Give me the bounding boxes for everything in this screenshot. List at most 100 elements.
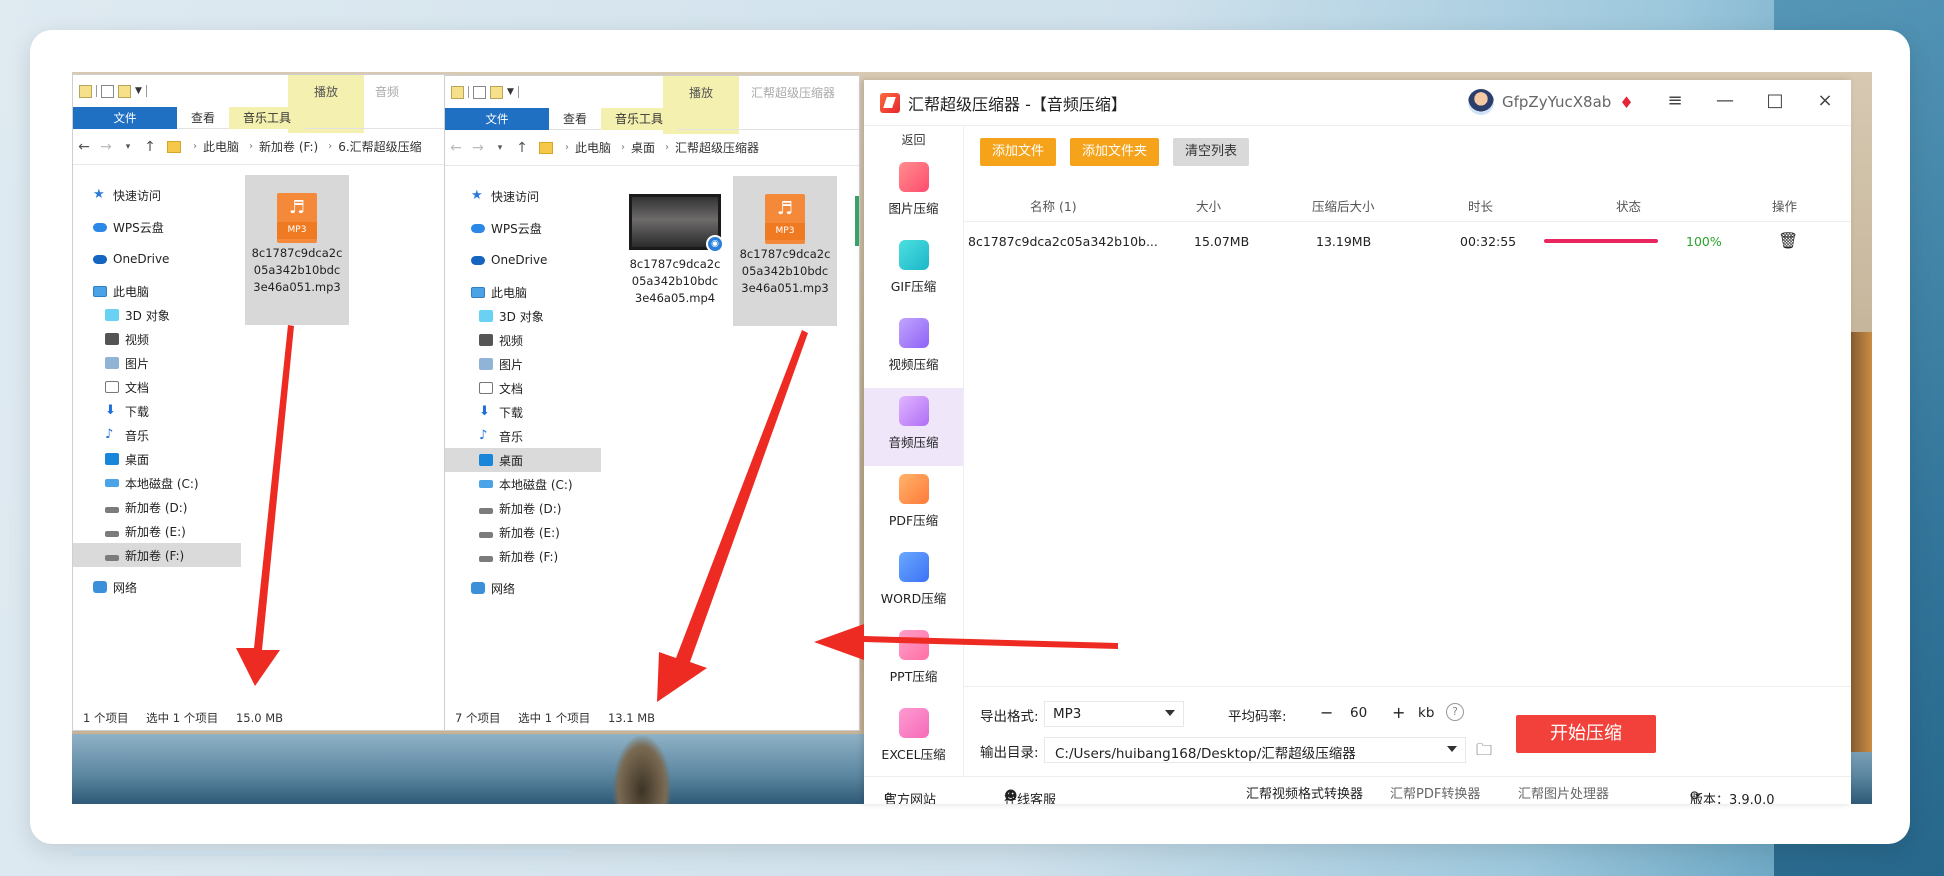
back-arrow-icon[interactable]: ← (445, 140, 467, 156)
breadcrumb-item[interactable]: 桌面 (631, 139, 655, 156)
breadcrumb-item[interactable]: 6.汇帮超级压缩 (338, 138, 421, 155)
tab-music-tools[interactable]: 音乐工具 (601, 107, 678, 130)
start-compress-button[interactable]: 开始压缩 (1516, 715, 1656, 753)
clear-list-button[interactable]: 清空列表 (1173, 138, 1250, 166)
sidebar-item-video[interactable]: 视频压缩 (864, 310, 963, 388)
dropdown-icon[interactable]: ▼ (507, 87, 514, 97)
vip-diamond-icon[interactable]: ♦ (1619, 93, 1633, 112)
column-size[interactable]: 大小 (1196, 196, 1221, 215)
tree-item-onedrive[interactable]: OneDrive (73, 247, 241, 271)
tree-item-network[interactable]: 网络 (73, 575, 241, 599)
page-scrollbar[interactable] (72, 850, 572, 856)
tab-file[interactable]: 文件 (445, 107, 549, 130)
bitrate-increase-button[interactable]: + (1392, 703, 1405, 722)
breadcrumb-item[interactable]: 汇帮超级压缩器 (675, 139, 759, 156)
tree-item-drive-c[interactable]: 本地磁盘 (C:) (445, 472, 613, 496)
sidebar-item-pdf[interactable]: PDF压缩 (864, 466, 963, 544)
column-compressed-size[interactable]: 压缩后大小 (1312, 196, 1375, 215)
tab-view[interactable]: 查看 (549, 108, 601, 130)
footer-link-video-converter[interactable]: 汇帮视频格式转换器 (1246, 783, 1363, 802)
tree-item-music[interactable]: ♪ 音乐 (73, 423, 241, 447)
tree-item-desktop[interactable]: 桌面 (73, 447, 241, 471)
file-item-mp4[interactable]: ◉ 8c1787c9dca2c05a342b10bdc3e46a05.mp4 (623, 176, 727, 326)
breadcrumb-item[interactable]: 新加卷 (F:) (259, 138, 318, 155)
sidebar-item-ppt[interactable]: PPT压缩 (864, 622, 963, 700)
sidebar-item-image[interactable]: 图片压缩 (864, 154, 963, 232)
tree-item-3d[interactable]: 3D 对象 (73, 303, 241, 327)
delete-trash-icon[interactable]: 🗑 (1778, 231, 1798, 250)
up-arrow-icon[interactable]: ↑ (511, 140, 533, 156)
folder-icon[interactable] (79, 84, 92, 98)
bitrate-decrease-button[interactable]: − (1320, 703, 1333, 722)
tree-item-music[interactable]: ♪ 音乐 (445, 424, 613, 448)
tree-item-documents[interactable]: 文档 (73, 375, 241, 399)
column-status[interactable]: 状态 (1616, 196, 1641, 215)
tree-item-drive-d[interactable]: 新加卷 (D:) (73, 495, 241, 519)
tree-item-documents[interactable]: 文档 (445, 376, 613, 400)
sidebar-item-gif[interactable]: GIF压缩 (864, 232, 963, 310)
file-item-mp3[interactable]: ♬ MP3 8c1787c9dca2c05a342b10bdc3e46a051.m… (245, 175, 349, 325)
add-file-button[interactable]: 添加文件 (980, 138, 1057, 166)
tree-item-desktop[interactable]: 桌面 (445, 448, 601, 472)
tree-item-this-pc[interactable]: 此电脑 (73, 279, 241, 303)
tree-item-drive-e[interactable]: 新加卷 (E:) (445, 520, 613, 544)
recent-chevron-icon[interactable]: ▾ (117, 142, 139, 152)
bitrate-value[interactable]: 60 (1350, 705, 1367, 721)
tab-view[interactable]: 查看 (177, 107, 229, 129)
column-actions[interactable]: 操作 (1772, 196, 1797, 215)
folder-icon[interactable] (451, 85, 464, 99)
menu-icon[interactable]: ≡ (1663, 90, 1687, 111)
back-button[interactable]: 返回 (864, 126, 963, 154)
forward-arrow-icon[interactable]: → (95, 139, 117, 155)
tree-item-drive-d[interactable]: 新加卷 (D:) (445, 496, 613, 520)
tree-item-downloads[interactable]: ⬇ 下载 (445, 400, 613, 424)
properties-icon[interactable] (101, 84, 114, 98)
sidebar-item-word[interactable]: WORD压缩 (864, 544, 963, 622)
new-folder-icon[interactable] (490, 85, 503, 99)
up-arrow-icon[interactable]: ↑ (139, 139, 161, 155)
tree-item-3d[interactable]: 3D 对象 (445, 304, 613, 328)
tree-item-quick-access[interactable]: ★ 快速访问 (445, 184, 613, 208)
recent-chevron-icon[interactable]: ▾ (489, 143, 511, 153)
sidebar-item-audio[interactable]: 音频压缩 (864, 388, 963, 466)
maximize-icon[interactable]: □ (1763, 90, 1787, 111)
sidebar-item-excel[interactable]: EXCEL压缩 (864, 700, 963, 778)
tree-item-videos[interactable]: 视频 (445, 328, 613, 352)
address-bar[interactable]: ← → ▾ ↑ › 此电脑 › 桌面 › 汇帮超级压缩器 (445, 130, 859, 166)
tree-item-this-pc[interactable]: 此电脑 (445, 280, 613, 304)
close-icon[interactable]: × (1813, 90, 1837, 111)
tree-item-onedrive[interactable]: OneDrive (445, 248, 613, 272)
tree-item-pictures[interactable]: 图片 (445, 352, 613, 376)
tree-item-downloads[interactable]: ⬇ 下载 (73, 399, 241, 423)
tree-item-drive-e[interactable]: 新加卷 (E:) (73, 519, 241, 543)
column-name[interactable]: 名称 (1) (1030, 196, 1077, 215)
avatar[interactable] (1468, 89, 1494, 115)
back-arrow-icon[interactable]: ← (73, 139, 95, 155)
tree-item-wps[interactable]: WPS云盘 (445, 216, 613, 240)
tree-item-wps[interactable]: WPS云盘 (73, 215, 241, 239)
user-info[interactable]: GfpZyYucX8ab ♦ (1468, 89, 1634, 115)
tree-item-drive-f[interactable]: 新加卷 (F:) (73, 543, 241, 567)
tree-item-drive-c[interactable]: 本地磁盘 (C:) (73, 471, 241, 495)
tree-item-quick-access[interactable]: ★ 快速访问 (73, 183, 241, 207)
breadcrumb-item[interactable]: 此电脑 (575, 139, 611, 156)
breadcrumb-item[interactable]: 此电脑 (203, 138, 239, 155)
tree-item-network[interactable]: 网络 (445, 576, 613, 600)
column-duration[interactable]: 时长 (1468, 196, 1493, 215)
address-bar[interactable]: ← → ▾ ↑ › 此电脑 › 新加卷 (F:) › 6.汇帮超级压缩 (73, 129, 451, 165)
footer-link-pdf-converter[interactable]: 汇帮PDF转换器 (1390, 783, 1480, 802)
footer-link-image-processor[interactable]: 汇帮图片处理器 (1518, 783, 1609, 802)
tree-item-videos[interactable]: 视频 (73, 327, 241, 351)
file-item-mp3[interactable]: ♬ MP3 8c1787c9dca2c05a342b10bdc3e46a051.m… (733, 176, 837, 326)
open-folder-icon[interactable]: 🗀 (1476, 739, 1492, 766)
tree-item-drive-f[interactable]: 新加卷 (F:) (445, 544, 613, 568)
new-folder-icon[interactable] (118, 84, 131, 98)
help-icon[interactable]: ? (1446, 703, 1464, 721)
minimize-icon[interactable]: — (1713, 90, 1737, 111)
add-folder-button[interactable]: 添加文件夹 (1070, 138, 1160, 166)
tab-music-tools[interactable]: 音乐工具 (229, 106, 306, 129)
export-format-select[interactable]: MP3 (1044, 701, 1184, 727)
output-dir-select[interactable]: C:/Users/huibang168/Desktop/汇帮超级压缩器 (1044, 737, 1466, 763)
table-row[interactable]: 8c1787c9dca2c05a342b10b... 15.07MB 13.19… (964, 222, 1851, 262)
forward-arrow-icon[interactable]: → (467, 140, 489, 156)
